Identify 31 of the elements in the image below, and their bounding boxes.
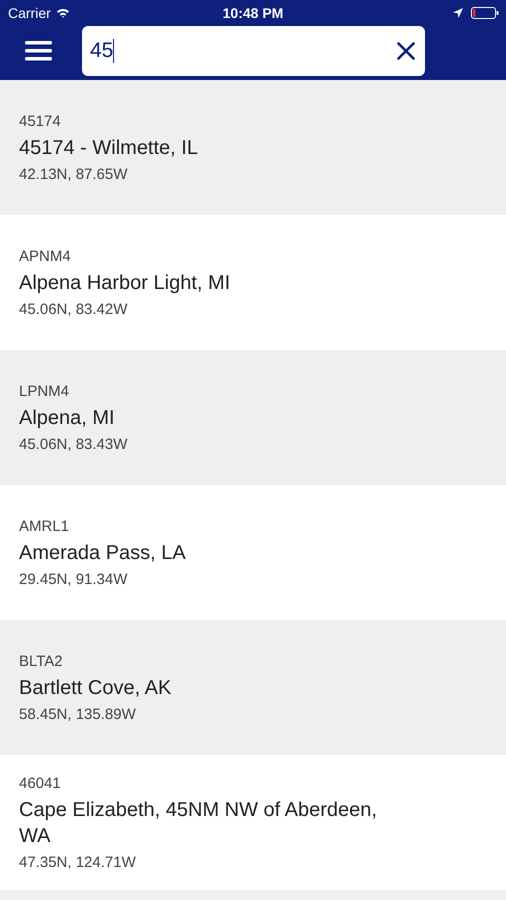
station-name: Amerada Pass, LA	[19, 540, 187, 566]
clock-time: 10:48 PM	[222, 5, 284, 21]
station-coordinates: 47.35N, 124.71W	[19, 854, 137, 870]
search-text: 45	[90, 39, 114, 63]
station-name: 45174 - Wilmette, IL	[19, 136, 199, 160]
station-code: 45174	[19, 112, 62, 130]
station-coordinates: 45.06N, 83.43W	[19, 436, 128, 452]
station-code: BLTA2	[19, 652, 64, 670]
station-name: Bartlett Cove, AK	[19, 676, 172, 700]
station-code: 46041	[19, 774, 62, 792]
station-name: Alpena, MI	[19, 406, 116, 430]
station-coordinates: 58.45N, 135.89W	[19, 706, 137, 722]
station-code: AMRL1	[19, 518, 70, 534]
station-code: LPNM4	[19, 382, 70, 400]
wifi-icon	[56, 8, 70, 18]
location-arrow-icon	[453, 8, 463, 18]
station-row[interactable]: 45174 45174 - Wilmette, IL 42.13N, 87.65W	[0, 80, 506, 215]
station-name: Cape Elizabeth, 45NM NW of Aberdeen, WA	[19, 798, 378, 848]
station-name: Alpena Harbor Light, MI	[19, 270, 232, 296]
carrier-label: Carrier	[8, 5, 51, 21]
menu-button[interactable]	[24, 40, 52, 62]
close-icon	[397, 42, 415, 60]
menu-icon	[24, 41, 52, 61]
station-coordinates: 29.45N, 91.34W	[19, 570, 128, 588]
station-code: APNM4	[19, 248, 72, 264]
station-row[interactable]: LPNM4 Alpena, MI 45.06N, 83.43W	[0, 350, 506, 485]
battery-icon	[471, 7, 499, 19]
station-coordinates: 45.06N, 83.42W	[19, 300, 128, 318]
search-field[interactable]: 45	[82, 26, 425, 76]
station-coordinates: 42.13N, 87.65W	[19, 166, 128, 182]
station-row[interactable]: BLTA2 Bartlett Cove, AK 58.45N, 135.89W	[0, 620, 506, 755]
